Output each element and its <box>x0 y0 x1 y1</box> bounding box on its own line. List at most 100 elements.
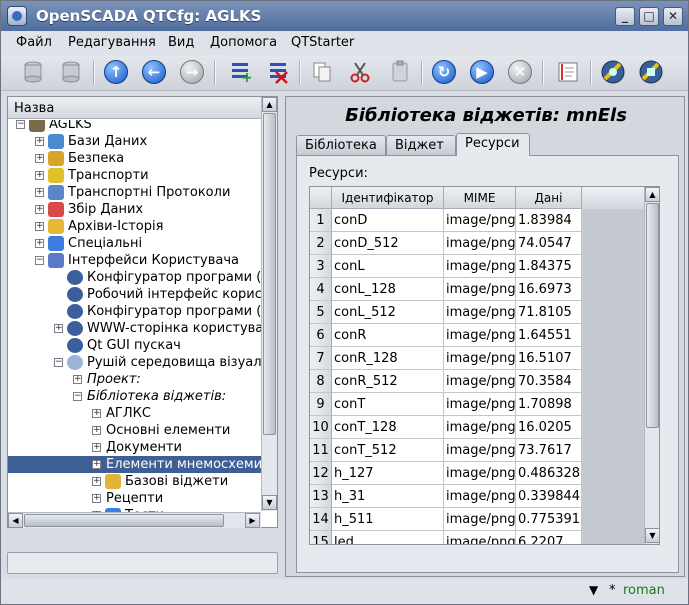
tree-item[interactable]: + WWW-сторінка користувач <box>8 320 261 337</box>
table-row[interactable]: 5 conL_512 image/png 71.8105 <box>310 301 644 324</box>
table-scroll-down-arrow[interactable]: ▼ <box>645 528 659 543</box>
table-scroll-up-arrow[interactable]: ▲ <box>645 187 659 202</box>
minimize-button[interactable]: _ <box>615 7 635 26</box>
close-button[interactable]: ✕ <box>663 7 683 26</box>
table-row[interactable]: 2 conD_512 image/png 74.0547 <box>310 232 644 255</box>
cell-data[interactable]: 16.5107 <box>516 347 582 370</box>
tree-item[interactable]: Конфігуратор програми (W <box>8 269 261 286</box>
expand-icon[interactable]: + <box>73 375 82 384</box>
tree-item[interactable]: Конфігуратор програми (Д <box>8 303 261 320</box>
expand-icon[interactable]: + <box>35 222 44 231</box>
collapse-icon[interactable]: − <box>16 120 25 129</box>
cell-data[interactable]: 16.0205 <box>516 416 582 439</box>
table-row[interactable]: 7 conR_128 image/png 16.5107 <box>310 347 644 370</box>
cell-data[interactable]: 74.0547 <box>516 232 582 255</box>
maximize-button[interactable]: □ <box>639 7 659 26</box>
tree-item[interactable]: + Транспорти <box>8 167 261 184</box>
tree-item[interactable]: + Бази Даних <box>8 133 261 150</box>
manual-icon[interactable] <box>554 58 582 86</box>
cell-data[interactable]: 1.70898 <box>516 393 582 416</box>
ui-config-icon[interactable] <box>637 58 665 86</box>
column-header-id[interactable]: Ідентифікатор <box>332 187 444 209</box>
tree-item[interactable]: + Транспортні Протоколи <box>8 184 261 201</box>
cell-id[interactable]: conL <box>332 255 444 278</box>
cell-data[interactable]: 1.64551 <box>516 324 582 347</box>
tab-widget[interactable]: Віджет <box>386 135 456 155</box>
table-row[interactable]: 10 conT_128 image/png 16.0205 <box>310 416 644 439</box>
scroll-left-arrow[interactable]: ◀ <box>8 513 23 528</box>
expand-icon[interactable]: + <box>35 205 44 214</box>
stop-icon[interactable]: ✕ <box>506 58 534 86</box>
collapse-icon[interactable]: − <box>73 392 82 401</box>
forward-icon[interactable]: → <box>178 58 206 86</box>
tree-item[interactable]: + Документи <box>8 439 261 456</box>
cell-mime[interactable]: image/png <box>444 324 516 347</box>
cell-data[interactable]: 1.84375 <box>516 255 582 278</box>
tree-item[interactable]: + Основні елементи <box>8 422 261 439</box>
table-row[interactable]: 12 h_127 image/png 0.486328 <box>310 462 644 485</box>
cell-id[interactable]: conT <box>332 393 444 416</box>
title-bar[interactable]: OpenSCADA QTCfg: AGLKS _ □ ✕ <box>1 1 688 31</box>
cell-id[interactable]: conT_512 <box>332 439 444 462</box>
tree-item[interactable]: + Збір Даних <box>8 201 261 218</box>
paste-icon[interactable] <box>386 58 414 86</box>
table-row[interactable]: 3 conL image/png 1.84375 <box>310 255 644 278</box>
collapse-icon[interactable]: − <box>54 358 63 367</box>
expand-icon[interactable]: + <box>92 477 101 486</box>
scroll-right-arrow[interactable]: ▶ <box>245 513 260 528</box>
tab-library[interactable]: Бібліотека <box>296 135 386 155</box>
tree-item[interactable]: + Елементи мнемосхеми <box>8 456 261 473</box>
expand-icon[interactable]: + <box>92 494 101 503</box>
scroll-down-arrow[interactable]: ▼ <box>262 495 277 510</box>
cell-id[interactable]: conR <box>332 324 444 347</box>
expand-icon[interactable]: + <box>35 154 44 163</box>
cell-mime[interactable]: image/png <box>444 508 516 531</box>
table-scroll-thumb[interactable] <box>646 203 659 428</box>
column-header-data[interactable]: Дані <box>516 187 582 209</box>
table-row[interactable]: 15 led image/png 6.2207 <box>310 531 644 544</box>
cell-id[interactable]: h_511 <box>332 508 444 531</box>
tree-item[interactable]: + Спеціальні <box>8 235 261 252</box>
start-icon[interactable]: ▶ <box>468 58 496 86</box>
cell-mime[interactable]: image/png <box>444 232 516 255</box>
cell-id[interactable]: conD <box>332 209 444 232</box>
tree-item[interactable]: − AGLKS <box>8 120 261 133</box>
cell-mime[interactable]: image/png <box>444 347 516 370</box>
cell-mime[interactable]: image/png <box>444 416 516 439</box>
tree-item[interactable]: Qt GUI пускач <box>8 337 261 354</box>
scroll-h-thumb[interactable] <box>24 514 224 527</box>
cell-id[interactable]: conR_128 <box>332 347 444 370</box>
cell-data[interactable]: 16.6973 <box>516 278 582 301</box>
cell-mime[interactable]: image/png <box>444 462 516 485</box>
cell-id[interactable]: conD_512 <box>332 232 444 255</box>
expand-icon[interactable]: + <box>35 188 44 197</box>
tree-item[interactable]: − Бібліотека віджетів: <box>8 388 261 405</box>
table-row[interactable]: 13 h_31 image/png 0.339844 <box>310 485 644 508</box>
tree-item[interactable]: + Проект: <box>8 371 261 388</box>
db-save-icon[interactable] <box>57 58 85 86</box>
cell-mime[interactable]: image/png <box>444 485 516 508</box>
column-header-mime[interactable]: MIME <box>444 187 516 209</box>
menu-qtstarter[interactable]: QTStarter <box>291 35 354 50</box>
tab-resources[interactable]: Ресурси <box>456 133 530 156</box>
up-icon[interactable]: ↑ <box>102 58 130 86</box>
resources-table[interactable]: Ідентифікатор MIME Дані 1 conD image/png 1.… <box>309 186 660 545</box>
cell-data[interactable]: 0.775391 <box>516 508 582 531</box>
cell-id[interactable]: conT_128 <box>332 416 444 439</box>
table-row[interactable]: 14 h_511 image/png 0.775391 <box>310 508 644 531</box>
cell-data[interactable]: 0.486328 <box>516 462 582 485</box>
cell-data[interactable]: 1.83984 <box>516 209 582 232</box>
status-user[interactable]: roman <box>623 583 665 598</box>
tree-horizontal-scrollbar[interactable]: ◀ ▶ <box>8 512 261 528</box>
expand-icon[interactable]: + <box>92 409 101 418</box>
table-row[interactable]: 9 conT image/png 1.70898 <box>310 393 644 416</box>
cell-id[interactable]: led <box>332 531 444 544</box>
cell-data[interactable]: 73.7617 <box>516 439 582 462</box>
table-row[interactable]: 8 conR_512 image/png 70.3584 <box>310 370 644 393</box>
expand-icon[interactable]: + <box>54 324 63 333</box>
cell-data[interactable]: 70.3584 <box>516 370 582 393</box>
cell-mime[interactable]: image/png <box>444 209 516 232</box>
table-row[interactable]: 11 conT_512 image/png 73.7617 <box>310 439 644 462</box>
tree-vertical-scrollbar[interactable]: ▲ ▼ <box>261 97 277 511</box>
cell-mime[interactable]: image/png <box>444 301 516 324</box>
